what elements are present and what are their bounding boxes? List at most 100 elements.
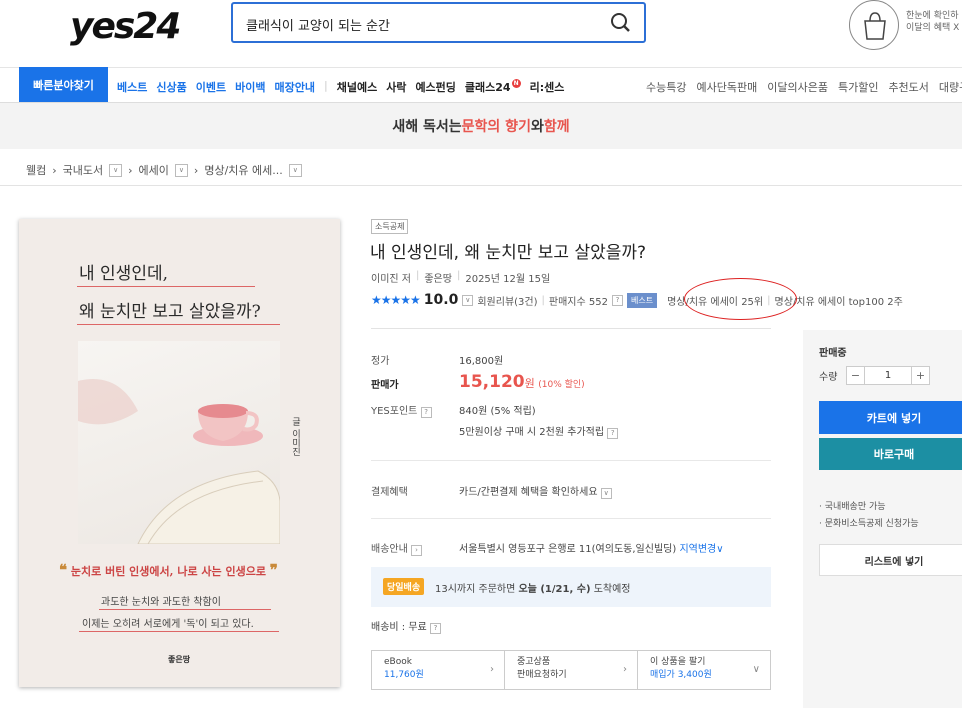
quick-category-button[interactable]: 빠른분야찾기 [19,67,108,102]
nav-buyback[interactable]: 바이백 [235,79,265,95]
search-icon[interactable] [610,12,632,34]
open-quote-icon: ❝ [59,561,68,579]
nav-gift[interactable]: 이달의사은품 [767,79,828,95]
search-box[interactable]: 클래식이 교양이 되는 순간 [231,2,646,43]
member-reviews-link[interactable]: 회원리뷰(3건) [477,293,537,308]
nav-new[interactable]: 신상품 [156,79,186,95]
delivery-address: 서울특별시 영등포구 은행로 11(여의도동,일신빌딩) 지역변경∨ [459,540,724,555]
chevron-down-icon[interactable]: ∨ [288,163,302,177]
chevron-down-icon[interactable]: ∨ [109,163,123,177]
chevron-right-icon: › [623,664,627,675]
chevron-down-icon[interactable]: ∨ [174,163,188,177]
best-badge: 베스트 [626,292,658,308]
nav-event[interactable]: 이벤트 [196,79,226,95]
search-input[interactable]: 클래식이 교양이 되는 순간 [246,15,390,34]
decrease-button[interactable]: − [847,367,865,384]
product-meta: 이미진 저 | 좋은땅 | 2025년 12월 15일 [371,270,550,285]
cover-teacup-illustration [78,341,281,545]
chevron-down-icon[interactable]: ∨ [600,488,612,499]
help-icon[interactable]: ? [611,294,623,306]
banner-accent-2: 함께 [543,119,570,135]
nav-license[interactable]: 리:센스 [530,79,565,95]
region-change-text: 지역변경 [679,544,717,555]
used-label: 중고상품 [517,657,551,667]
cover-quote: ❝ 눈치로 버틴 인생에서, 나로 사는 인생으로 ❞ [59,561,278,579]
purchase-panel: 판매중 수량 − 1 + 카트에 넣기 바로구매 · 국내배송만 가능 · 문화… [803,330,962,708]
cover-underline [77,286,255,287]
nav-suneung[interactable]: 수능특강 [646,79,686,95]
breadcrumb-home[interactable]: 웰컴 [26,162,46,178]
region-change-link[interactable]: 지역변경∨ [679,544,723,555]
help-icon[interactable]: ? [607,428,619,439]
nav-discount[interactable]: 특가할인 [838,79,878,95]
breadcrumb-domestic[interactable]: 국내도서 [63,162,103,178]
ebook-price: 11,760원 [384,670,424,680]
nav-exclusive[interactable]: 예사단독판매 [696,79,757,95]
used-option[interactable]: 중고상품 판매요청하기 › [505,651,638,689]
help-icon[interactable]: ? [420,407,432,418]
close-quote-icon: ❞ [269,561,278,579]
chevron-right-icon[interactable]: › [411,545,422,556]
product-title: 내 인생인데, 왜 눈치만 보고 살았을까? [370,243,647,263]
cover-underline [77,324,280,325]
nav-yes-funding[interactable]: 예스펀딩 [415,79,455,95]
yes24-logo[interactable]: yes24 [70,6,181,47]
nav-store[interactable]: 매장안내 [275,79,315,95]
shipping-fee: 배송비 : 무료 ? [371,618,441,634]
nav-class24[interactable]: 클래스24 N [465,79,521,95]
divider [371,518,771,519]
sale-price-label: 판매가 [371,380,399,391]
divider [0,185,962,186]
nav-divider: | [323,79,328,92]
culture-deduction-note: · 문화비소득공제 신청가능 [819,519,919,529]
same-day-date: 오늘 (1/21, 수) [518,584,591,595]
same-day-text-pre: 13시까지 주문하면 [435,584,519,595]
help-icon[interactable]: ? [429,623,441,634]
add-to-list-button[interactable]: 리스트에 넣기 [819,544,962,576]
same-day-text-post: 도착예정 [590,584,631,595]
payment-label: 결제혜택 [371,487,408,498]
discount-rate: (10% 할인) [538,380,585,390]
banner-prefix: 새해 독서는 [392,119,462,135]
sale-status: 판매중 [819,348,847,359]
cover-author: 글 이미진 [290,417,300,456]
shopping-bag-icon[interactable] [849,0,899,50]
alt-purchase-options: eBook 11,760원 › 중고상품 판매요청하기 › 이 상품을 팔기 매… [371,650,771,690]
quantity-input[interactable]: 1 [865,367,911,384]
sell-option[interactable]: 이 상품을 팔기 매입가 3,400원 ∨ [638,651,770,689]
quantity-stepper: − 1 + [846,366,930,385]
breadcrumb-meditation[interactable]: 명상/치유 에세... [204,162,282,178]
breadcrumb-essay[interactable]: 에세이 [139,162,169,178]
book-cover-image[interactable]: 내 인생인데, 왜 눈치만 보고 살았을까? 글 이미진 ❝ 눈치로 버틴 인생… [19,219,340,687]
domestic-only-note: · 국내배송만 가능 [819,502,886,512]
divider: | [415,270,420,281]
promo-banner[interactable]: 새해 독서는 문학의 향기 와 함께 [0,103,962,149]
payment-benefit-dropdown[interactable]: 카드/간편결제 혜택을 확인하세요 ∨ [459,483,612,499]
nav-bulk[interactable]: 대량구 [939,79,962,95]
banner-accent: 문학의 향기 [461,119,531,135]
breadcrumb: 웰컴 › 국내도서 ∨ › 에세이 ∨ › 명상/치유 에세... ∨ [26,162,302,178]
buy-now-button[interactable]: 바로구매 [819,438,962,470]
points-value: 840원 (5% 적립) [459,406,536,417]
cover-underline [79,631,279,632]
divider: | [541,294,545,306]
increase-button[interactable]: + [911,367,929,384]
chevron-down-icon[interactable]: ∨ [462,294,474,306]
sell-price: 매입가 3,400원 [650,670,712,680]
nav-recommend[interactable]: 추천도서 [888,79,928,95]
ebook-option[interactable]: eBook 11,760원 › [372,651,505,689]
add-to-cart-button[interactable]: 카트에 넣기 [819,401,962,434]
same-day-badge: 당일배송 [383,578,425,595]
nav-sarak[interactable]: 사락 [386,79,406,95]
author-link[interactable]: 이미진 저 [371,270,411,285]
publisher-link[interactable]: 좋은땅 [424,270,452,285]
chevron-right-icon: › [52,163,57,177]
same-day-text: 13시까지 주문하면 오늘 (1/21, 수) 도착예정 [435,580,631,595]
cover-underline [99,609,271,610]
points-extra-text: 5만원이상 구매 시 2천원 추가적립 [459,427,605,438]
delivery-label-text: 배송안내 [371,544,408,555]
points-extra: 5만원이상 구매 시 2천원 추가적립 ? [459,423,619,439]
nav-channel-yes[interactable]: 채널예스 [337,79,377,95]
nav-best[interactable]: 베스트 [117,79,147,95]
benefit-note[interactable]: 한눈에 확인하 이달의 혜택 X [906,10,962,34]
